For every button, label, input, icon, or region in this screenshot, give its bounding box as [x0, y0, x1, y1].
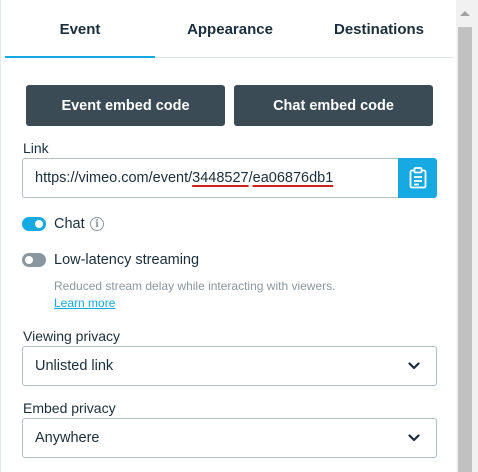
- tab-destinations[interactable]: Destinations: [305, 0, 453, 58]
- embed-privacy-select[interactable]: Anywhere: [22, 418, 437, 458]
- tab-appearance[interactable]: Appearance: [155, 0, 305, 58]
- embed-privacy-value: Anywhere: [35, 430, 100, 446]
- toggle-knob: [25, 256, 33, 264]
- clipboard-icon: [409, 167, 426, 189]
- chat-embed-code-button[interactable]: Chat embed code: [234, 85, 433, 126]
- scrollbar-thumb[interactable]: [458, 27, 472, 472]
- scroll-up-arrow-icon[interactable]: [460, 11, 470, 16]
- chat-toggle[interactable]: [22, 217, 46, 231]
- viewing-privacy-value: Unlisted link: [35, 358, 114, 374]
- toggle-knob: [35, 220, 43, 228]
- low-latency-label: Low-latency streaming: [54, 252, 200, 268]
- link-label: Link: [23, 140, 49, 156]
- tab-event[interactable]: Event: [5, 0, 155, 58]
- chat-label: Chat: [54, 216, 85, 232]
- event-embed-code-button[interactable]: Event embed code: [26, 85, 225, 126]
- viewing-privacy-label: Viewing privacy: [23, 328, 121, 344]
- tab-bar: Event Appearance Destinations: [5, 0, 453, 58]
- link-event-id: 3448527: [192, 170, 249, 186]
- learn-more-link[interactable]: Learn more: [54, 296, 115, 310]
- embed-privacy-label: Embed privacy: [23, 400, 116, 416]
- info-icon[interactable]: i: [90, 217, 104, 231]
- link-hash: ea06876db1: [252, 170, 334, 186]
- low-latency-toggle[interactable]: [22, 253, 46, 267]
- copy-link-button[interactable]: [398, 158, 437, 198]
- low-latency-hint: Reduced stream delay while interacting w…: [54, 279, 336, 293]
- viewing-privacy-select[interactable]: Unlisted link: [22, 346, 437, 386]
- chevron-down-icon: [408, 362, 420, 370]
- event-link-field[interactable]: https://vimeo.com/event/3448527/ea06876d…: [22, 158, 398, 198]
- link-prefix: https://vimeo.com/event/: [35, 170, 193, 186]
- event-settings-panel: Event Appearance Destinations Event embe…: [0, 0, 456, 472]
- chevron-down-icon: [408, 434, 420, 442]
- active-tab-indicator: [5, 56, 155, 58]
